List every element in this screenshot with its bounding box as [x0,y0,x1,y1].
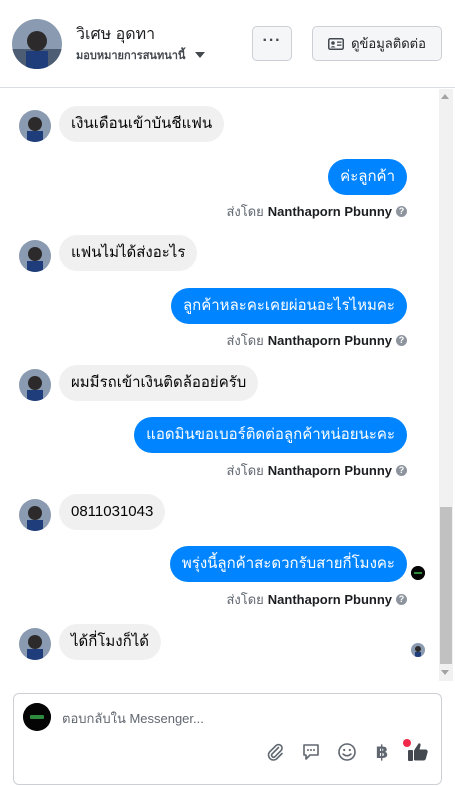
customer-avatar-small [19,110,51,142]
sent-by-prefix: ส่งโดย [226,204,264,219]
sent-by-line: ส่งโดย Nanthaporn Pbunny ? [226,460,407,481]
smiley-icon[interactable] [336,741,358,763]
help-icon[interactable]: ? [396,594,407,605]
more-icon: ··· [262,31,282,49]
scrollbar-thumb[interactable] [440,507,452,664]
sent-by-prefix: ส่งโดย [226,592,264,607]
sender-name: Nanthaporn Pbunny [267,333,392,348]
scroll-down-arrow-icon[interactable] [441,670,449,675]
customer-avatar-small [19,499,51,531]
incoming-message[interactable]: เงินเดือนเข้าบันชีแฟน [59,106,225,142]
outgoing-message[interactable]: แอดมินขอเบอร์ติดต่อลูกค้าหน่อยนะคะ [134,417,407,453]
customer-avatar-small [19,369,51,401]
view-contact-info-label: ดูข้อมูลติดต่อ [351,36,426,51]
assign-conversation-dropdown[interactable]: มอบหมายการสนทนานี้ [76,46,206,64]
incoming-message[interactable]: แฟนไม่ได้ส่งอะไร [59,235,198,271]
conversation-header: วิเศษ อุดทา มอบหมายการสนทนานี้ ··· ดูข้อ… [0,0,455,88]
sent-by-line: ส่งโดย Nanthaporn Pbunny ? [226,589,407,610]
customer-avatar-small [19,628,51,660]
help-icon[interactable]: ? [396,206,407,217]
customer-avatar[interactable] [12,19,62,69]
sender-name: Nanthaporn Pbunny [267,463,392,478]
caret-down-icon [195,52,206,58]
message-thread[interactable]: เงินเดือนเข้าบันชีแฟน ค่ะลูกค้า ส่งโดย N… [0,89,455,681]
sent-by-prefix: ส่งโดย [226,463,264,478]
help-icon[interactable]: ? [396,335,407,346]
outgoing-message[interactable]: พรุ่งนี้ลูกค้าสะดวกรับสายกี่โมงคะ [169,546,407,582]
sender-name: Nanthaporn Pbunny [267,204,392,219]
paperclip-icon[interactable] [264,741,286,763]
sent-by-prefix: ส่งโดย [226,333,264,348]
outgoing-message[interactable]: ลูกค้าหละคะเคยผ่อนอะไรไหมคะ [170,288,407,324]
scroll-up-arrow-icon[interactable] [441,94,449,99]
customer-seen-avatar [411,643,425,657]
more-options-button[interactable]: ··· [252,26,292,61]
sent-by-line: ส่งโดย Nanthaporn Pbunny ? [226,330,407,351]
sent-by-line: ส่งโดย Nanthaporn Pbunny ? [226,201,407,222]
incoming-message[interactable]: ผมมีรถเข้าเงินติดล้ออย่ครับ [59,365,259,401]
view-contact-info-button[interactable]: ดูข้อมูลติดต่อ [312,26,442,61]
page-avatar [23,703,51,731]
customer-name: วิเศษ อุดทา [76,26,156,43]
thumbs-up-icon[interactable] [407,741,429,763]
baht-symbol: ฿ [375,741,389,762]
chat-bubble-icon[interactable] [300,741,322,763]
outgoing-message[interactable]: ค่ะลูกค้า [328,159,407,195]
incoming-message[interactable]: 0811031043 [59,494,166,530]
reply-composer: ฿ [13,693,442,785]
assign-label: มอบหมายการสนทนานี้ [76,50,186,62]
help-icon[interactable]: ? [396,465,407,476]
baht-icon[interactable]: ฿ [371,741,393,763]
customer-avatar-small [19,240,51,272]
sender-name: Nanthaporn Pbunny [267,592,392,607]
contact-card-icon [328,37,345,50]
page-seen-avatar [411,566,425,580]
reply-input[interactable] [62,708,422,728]
incoming-message[interactable]: ได้กี่โมงก็ได้ [59,624,162,660]
